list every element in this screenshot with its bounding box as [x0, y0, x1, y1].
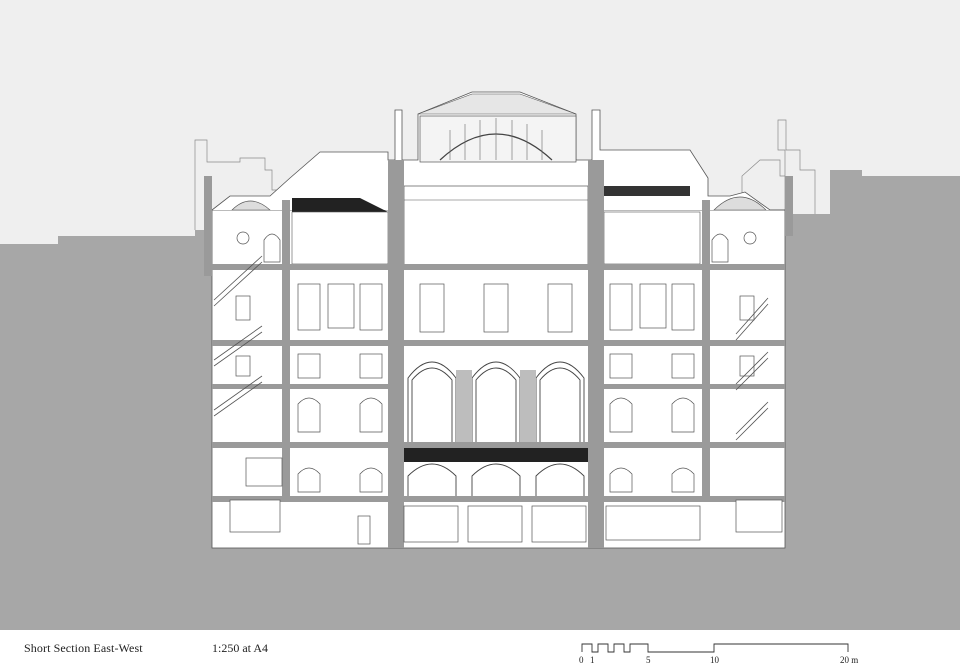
scale-tick-label: 10 — [710, 655, 720, 664]
section-drawing — [0, 0, 960, 630]
scale-tick-label: 5 — [646, 655, 651, 664]
scale-bar: 0 1 5 10 20 m — [579, 643, 858, 664]
drawing-footer: Short Section East-West 1:250 at A4 0 1 … — [0, 630, 960, 664]
drawing-title: Short Section East-West — [24, 641, 143, 655]
scale-tick-label: 0 — [579, 655, 584, 664]
scale-tick-label: 1 — [590, 655, 595, 664]
drawing-scale: 1:250 at A4 — [212, 641, 268, 655]
scale-tick-label: 20 m — [840, 655, 858, 664]
